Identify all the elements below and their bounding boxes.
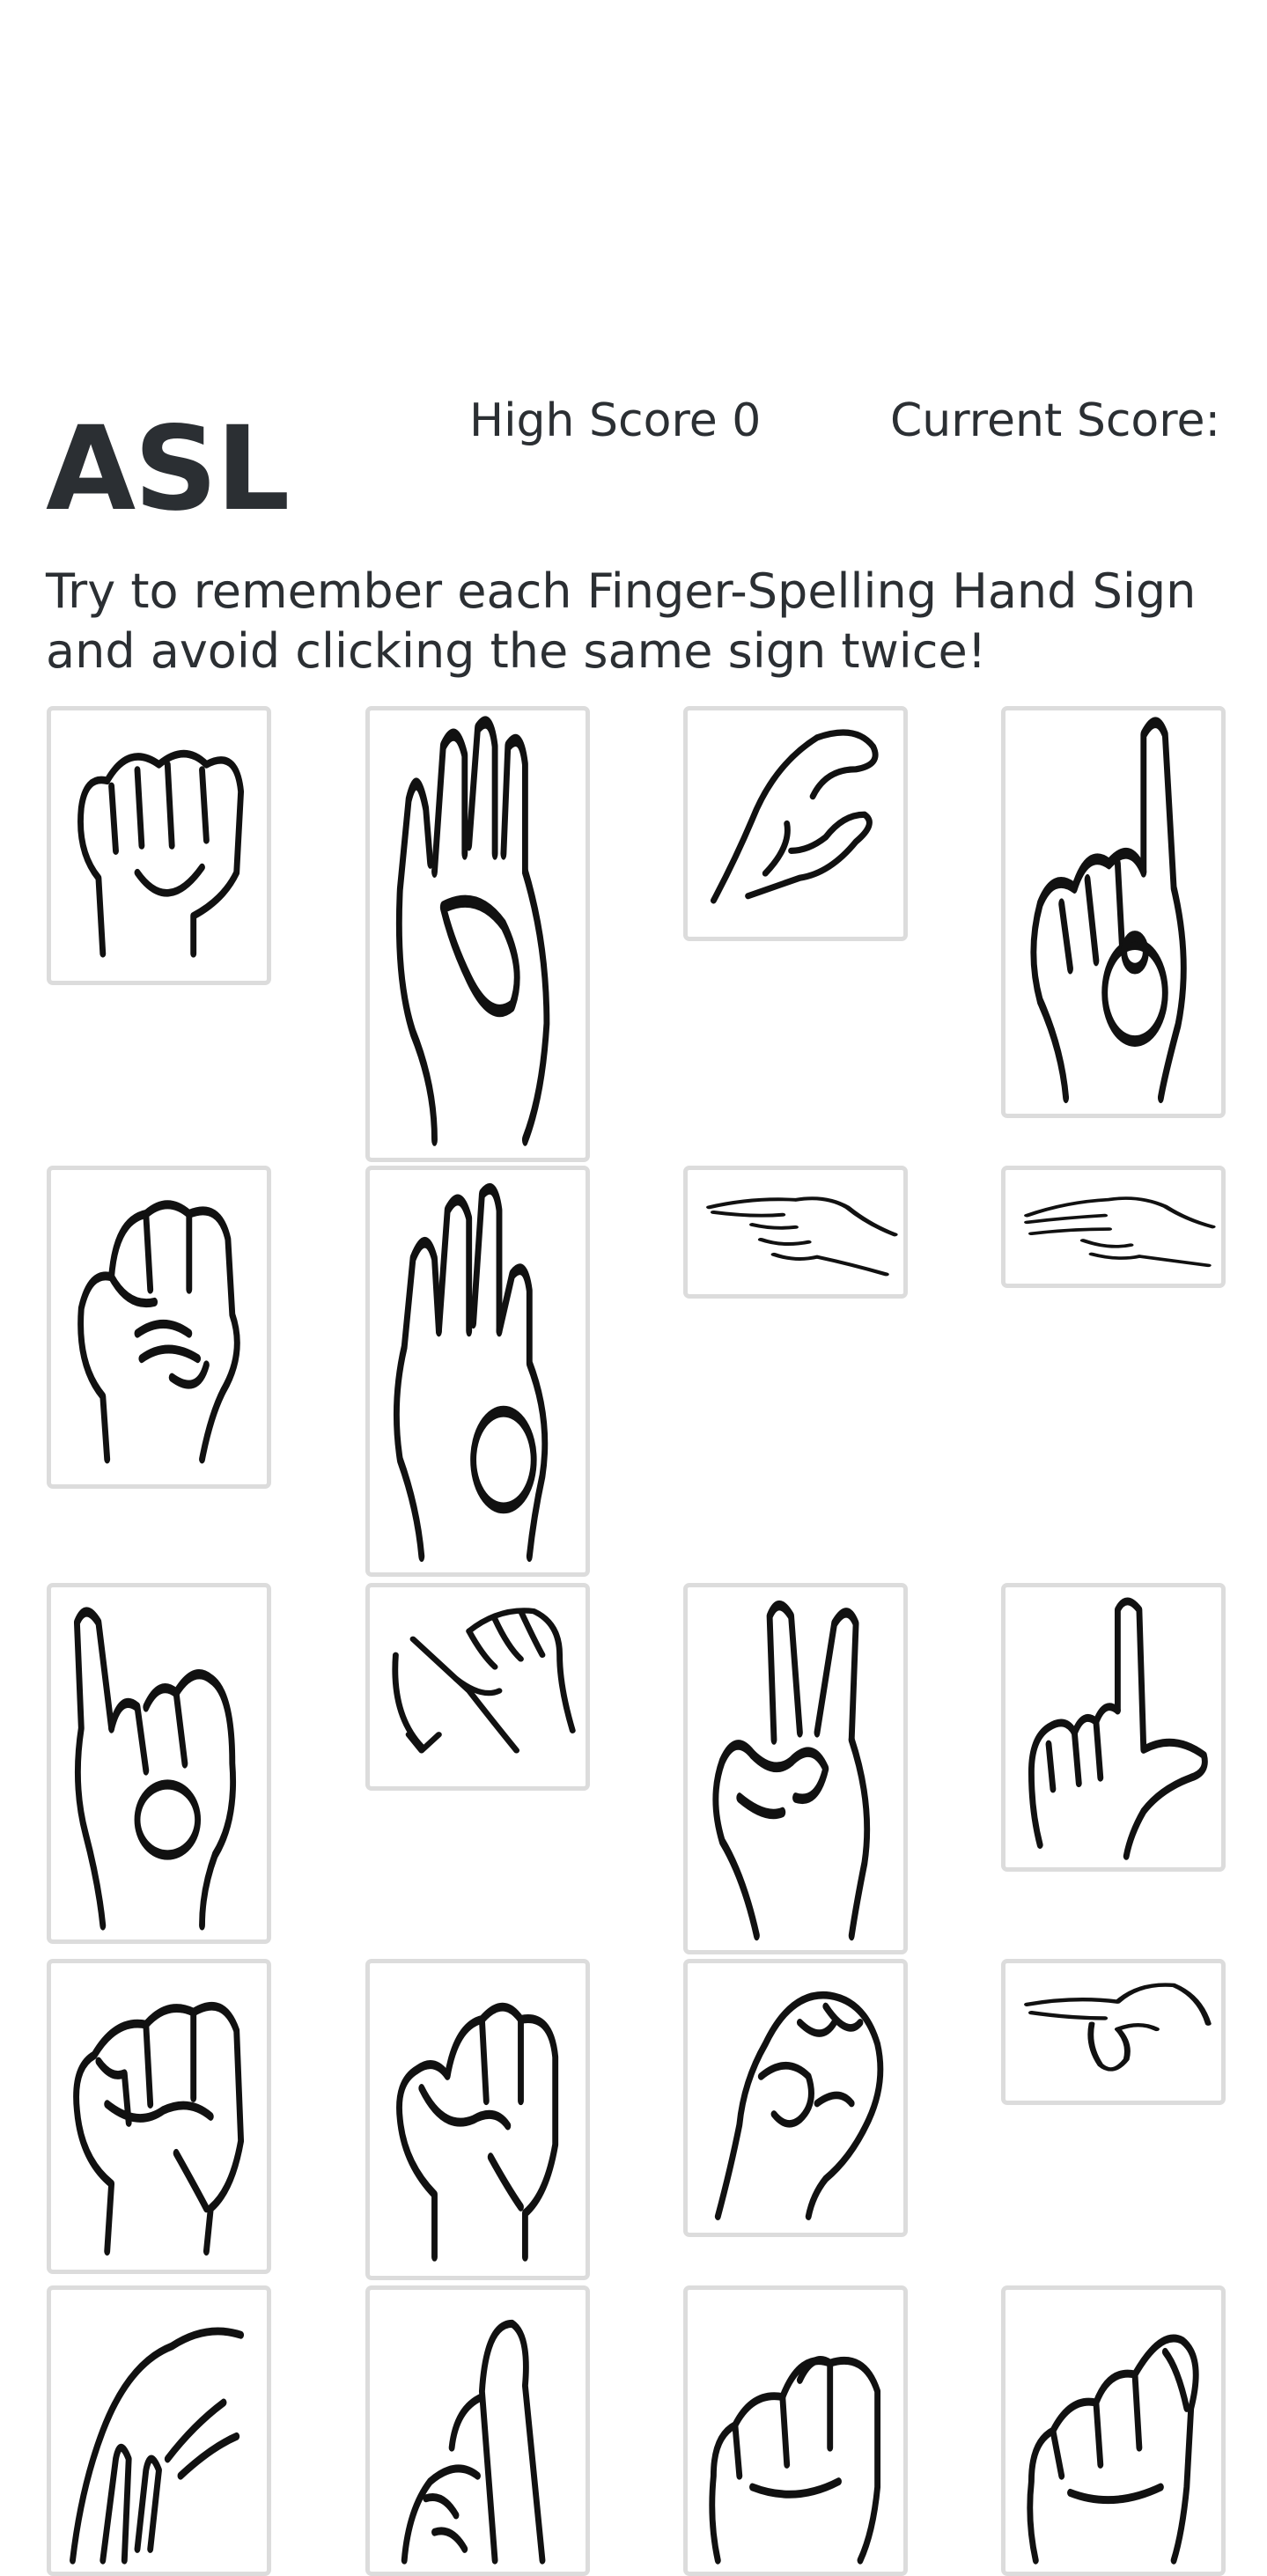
card-sign-m[interactable] [47,1959,271,2274]
current-score: Current Score: [890,394,1220,447]
card-sign-s[interactable] [683,2285,908,2576]
high-score-label: High Score [469,394,718,447]
high-score: High Score 0 [469,394,761,447]
card-sign-b[interactable] [365,706,590,1162]
flat-hand-fingers-up-hand-sign-icon [395,716,550,1146]
card-sign-k[interactable] [683,1583,908,1954]
card-sign-i[interactable] [47,1583,271,1944]
pinky-up-hand-sign-icon [73,1607,237,1931]
thumb-under-two-fingers-hand-sign-icon [396,2002,559,2262]
card-sign-g[interactable] [683,1166,908,1299]
curved-c-hand-sign-icon [710,729,879,904]
fist-thumb-side-hand-sign-icon [77,749,245,958]
page-title: ASL [46,401,290,537]
three-fingers-up-circle-hand-sign-icon [393,1183,549,1563]
card-sign-n[interactable] [365,1959,590,2280]
current-score-label: Current Score: [890,394,1220,447]
card-sign-r[interactable] [365,2285,590,2576]
card-sign-d[interactable] [1001,706,1226,1118]
card-sign-c[interactable] [683,706,908,941]
o-shape-hand-sign-icon [714,1991,884,2220]
card-sign-q[interactable] [47,2285,271,2576]
l-shape-hand-sign-icon [1028,1597,1208,1860]
thumb-under-three-fingers-hand-sign-icon [73,2001,245,2256]
two-fingers-sideways-hand-sign-icon [1024,1196,1216,1268]
pinky-hook-motion-hand-sign-icon [392,1608,576,1754]
card-sign-e[interactable] [47,1166,271,1489]
high-score-value: 0 [732,394,762,447]
card-sign-a[interactable] [47,706,271,985]
card-sign-t[interactable] [1001,2285,1226,2576]
pointing-sideways-hand-sign-icon [706,1196,898,1277]
card-sign-l[interactable] [1001,1583,1226,1872]
curled-fingers-fist-hand-sign-icon [77,1200,240,1464]
card-sign-f[interactable] [365,1166,590,1577]
card-sign-p[interactable] [1001,1959,1226,2105]
two-fingers-up-thumb-between-hand-sign-icon [712,1600,871,1941]
fist-thumb-front-hand-sign-icon [709,2356,881,2565]
card-sign-h[interactable] [1001,1166,1226,1288]
pointing-down-hand-sign-icon [70,2327,245,2565]
card-sign-j[interactable] [365,1583,590,1791]
thumb-between-fingers-fist-hand-sign-icon [1027,2334,1199,2565]
instructions-text: Try to remember each Finger-Spelling Han… [46,563,1197,679]
card-sign-o[interactable] [683,1959,908,2237]
pointing-down-sideways-hand-sign-icon [1024,1983,1212,2072]
index-up-circle-hand-sign-icon [1030,717,1187,1104]
crossed-fingers-hand-sign-icon [401,2319,546,2565]
